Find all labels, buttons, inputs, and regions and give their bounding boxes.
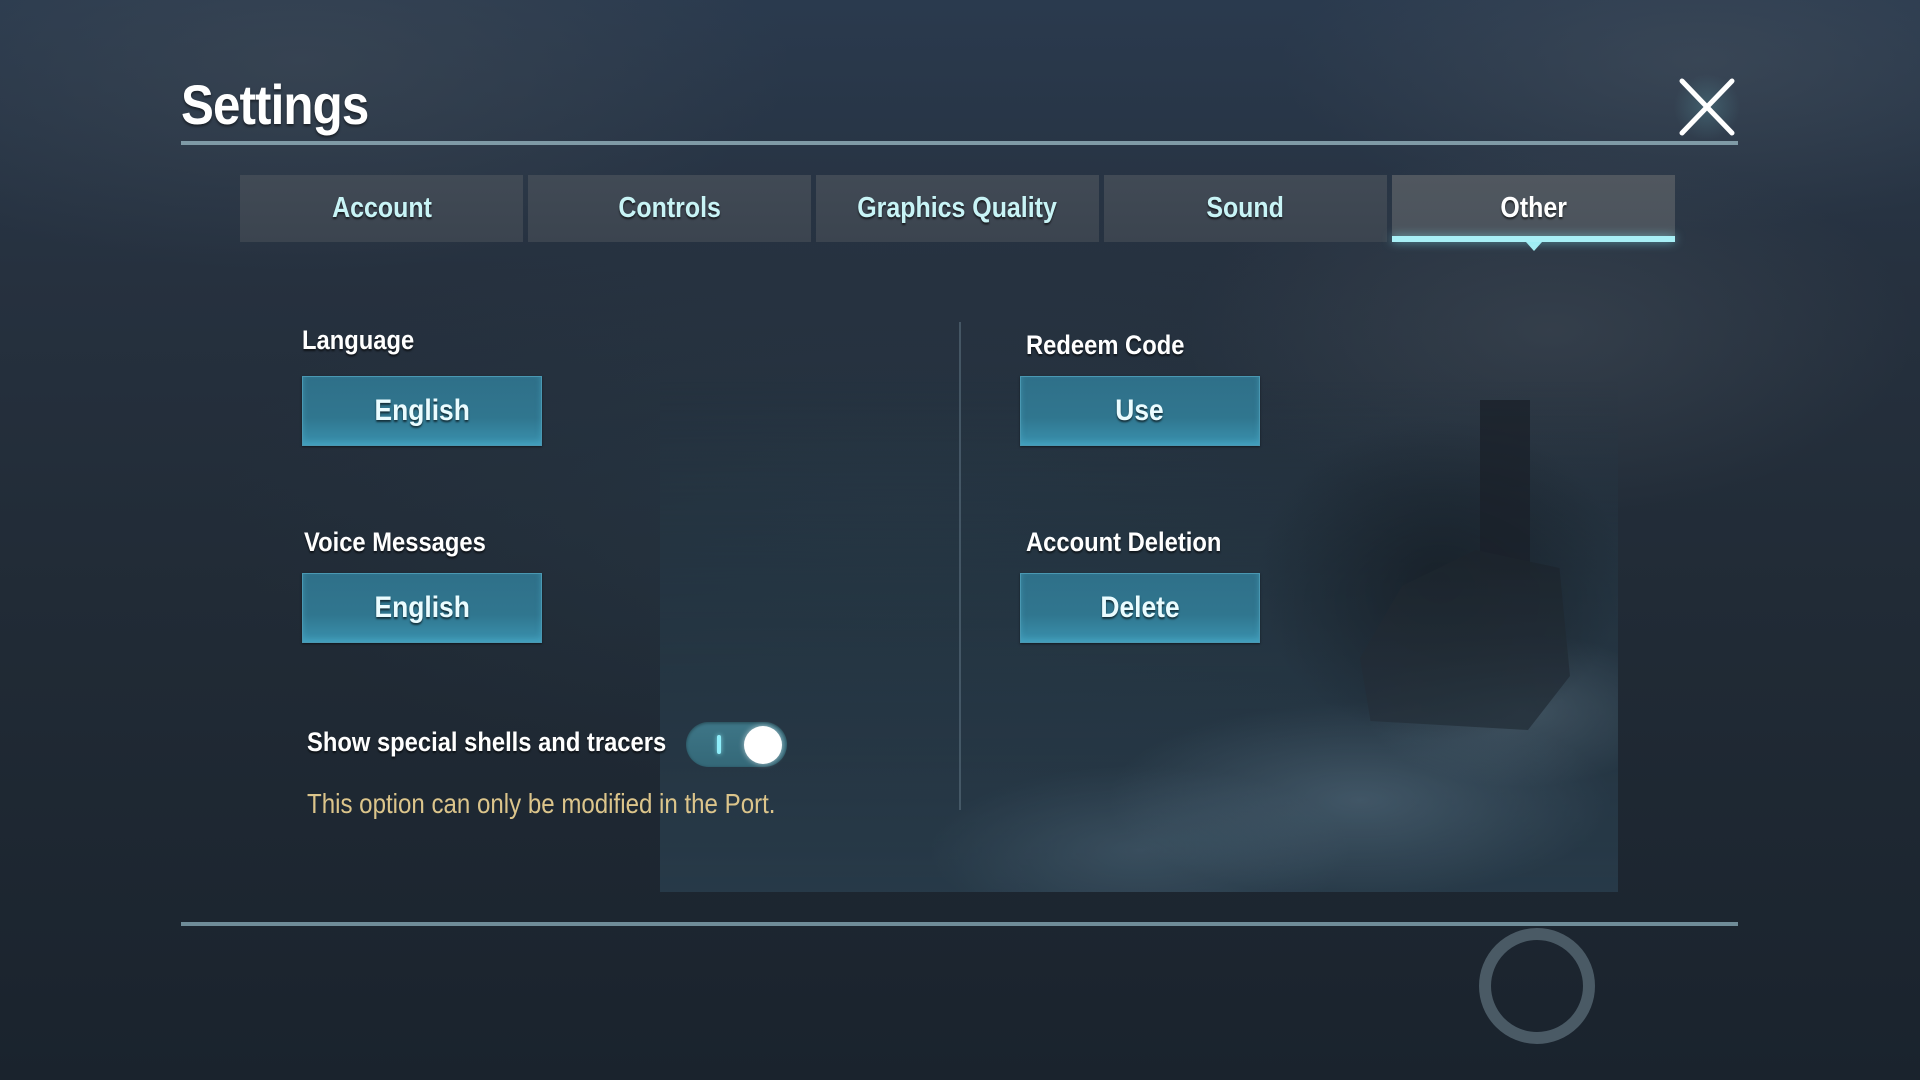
tab-sound[interactable]: Sound <box>1104 175 1387 242</box>
close-x-icon <box>1679 78 1735 136</box>
column-divider <box>959 322 961 810</box>
toggle-on-icon <box>717 735 721 754</box>
close-button[interactable] <box>1670 72 1744 142</box>
voice-messages-value: English <box>374 591 470 624</box>
voice-messages-button[interactable]: English <box>302 573 542 643</box>
tab-label: Other <box>1500 192 1567 224</box>
tab-controls[interactable]: Controls <box>528 175 811 242</box>
header-divider <box>181 141 1738 145</box>
tab-label: Account <box>331 192 432 224</box>
account-deletion-label: Account Deletion <box>1026 527 1222 557</box>
language-value: English <box>374 394 470 427</box>
tab-label: Graphics Quality <box>857 192 1058 224</box>
redeem-code-use-button[interactable]: Use <box>1020 376 1260 446</box>
special-shells-toggle[interactable] <box>686 722 787 767</box>
voice-messages-label: Voice Messages <box>304 527 486 557</box>
tab-other[interactable]: Other <box>1392 175 1675 251</box>
account-delete-button[interactable]: Delete <box>1020 573 1260 643</box>
language-button[interactable]: English <box>302 376 542 446</box>
tab-label: Sound <box>1206 192 1285 224</box>
special-shells-note: This option can only be modified in the … <box>307 788 776 819</box>
ship-hull <box>1360 550 1570 730</box>
active-tab-caret-icon <box>1525 242 1542 251</box>
page-title: Settings <box>181 73 369 136</box>
tab-label: Controls <box>618 192 721 224</box>
settings-tabs: Account Controls Graphics Quality Sound … <box>240 175 1675 251</box>
use-button-label: Use <box>1115 394 1165 427</box>
redeem-code-label: Redeem Code <box>1026 330 1185 360</box>
delete-button-label: Delete <box>1100 591 1180 624</box>
tab-graphics-quality[interactable]: Graphics Quality <box>816 175 1099 242</box>
tab-account[interactable]: Account <box>240 175 523 242</box>
loading-ring-icon <box>1479 928 1595 1044</box>
footer-divider <box>181 922 1738 926</box>
language-label: Language <box>302 325 415 355</box>
toggle-knob <box>744 726 782 764</box>
special-shells-label: Show special shells and tracers <box>307 727 667 757</box>
